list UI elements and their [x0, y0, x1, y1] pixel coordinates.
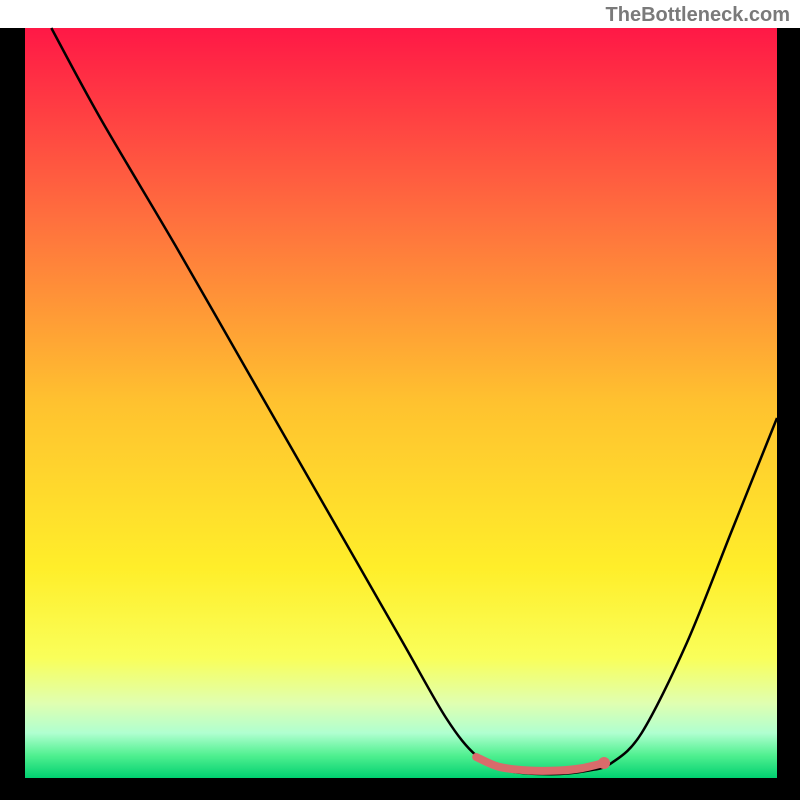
minimum-marker-dot [598, 757, 610, 769]
bottom-border [0, 778, 800, 800]
chart-svg [0, 0, 800, 800]
chart: TheBottleneck.com [0, 0, 800, 800]
right-border [777, 28, 800, 778]
left-border [0, 28, 25, 778]
attribution-text: TheBottleneck.com [606, 4, 790, 27]
gradient-background [25, 28, 777, 778]
